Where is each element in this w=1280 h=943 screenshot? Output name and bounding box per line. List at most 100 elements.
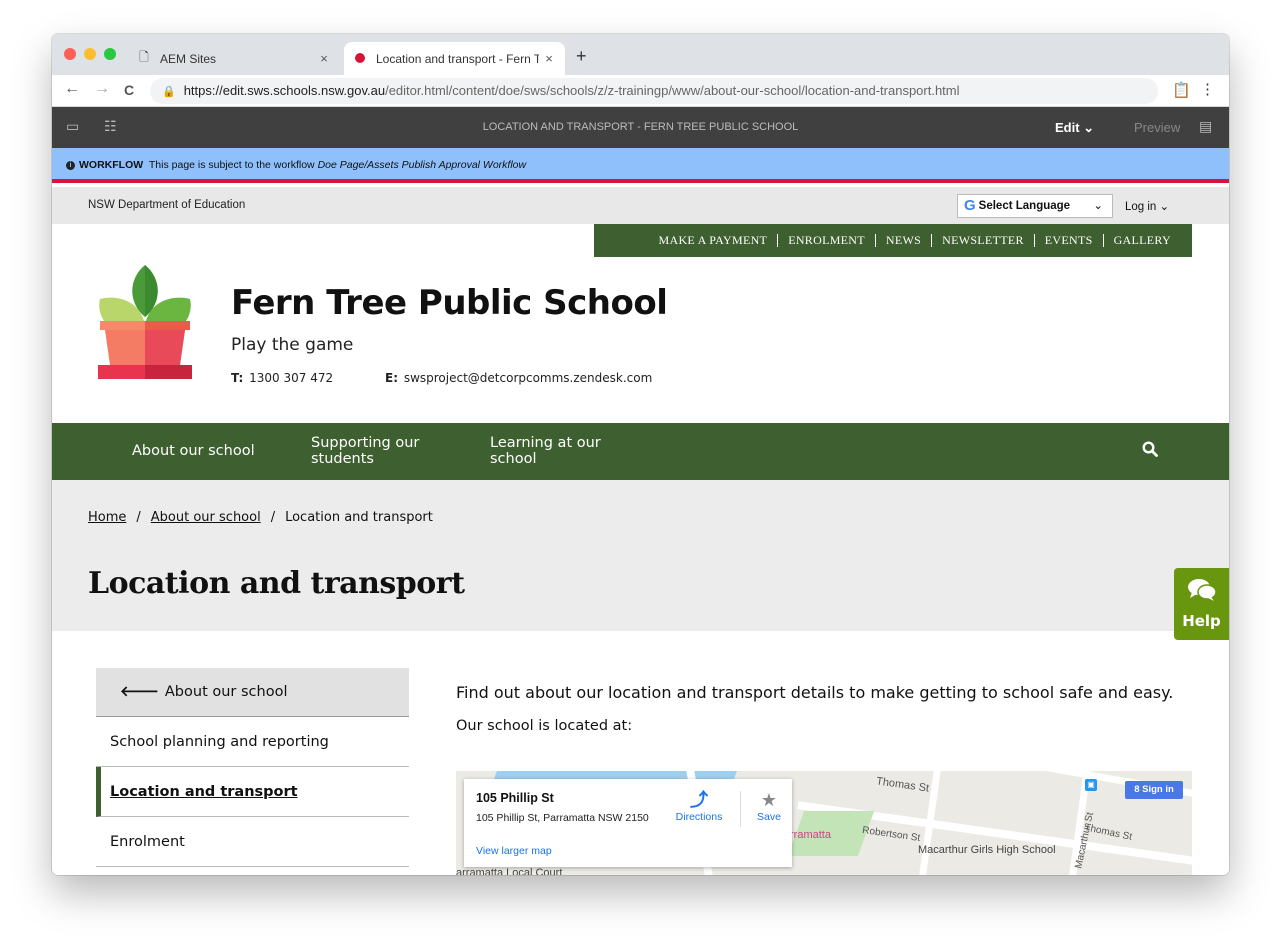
help-label: Help	[1182, 612, 1221, 630]
reload-icon[interactable]: C	[124, 82, 134, 98]
zoom-window-button[interactable]	[104, 48, 116, 60]
email-label: E:	[385, 371, 398, 385]
workflow-text: This page is subject to the workflow	[148, 159, 315, 171]
intro-paragraph: Find out about our location and transpor…	[456, 683, 1174, 702]
map-label-macarthur-girls: Macarthur Girls High School	[918, 844, 1056, 856]
main-navigation: About our school Supporting our students…	[52, 423, 1229, 480]
school-motto: Play the game	[231, 335, 354, 355]
map-label-thomas-st: Thomas St	[875, 775, 930, 795]
quick-link-newsletter[interactable]: NEWSLETTER	[931, 234, 1034, 247]
help-button[interactable]: Help	[1174, 568, 1229, 640]
aem-page-title: LOCATION AND TRANSPORT - FERN TREE PUBLI…	[482, 121, 799, 133]
minimize-window-button[interactable]	[84, 48, 96, 60]
login-label: Log in	[1125, 201, 1157, 213]
save-label: Save	[757, 811, 781, 823]
sign-in-label: Sign in	[1142, 784, 1174, 795]
google-map[interactable]: Thomas St Robertson St Macarthur Girls H…	[456, 771, 1192, 875]
department-name: NSW Department of Education	[88, 199, 246, 211]
google-plus-icon: 8	[1134, 784, 1143, 795]
school-name[interactable]: Fern Tree Public School	[231, 283, 668, 323]
sidenav-item-location-and-transport[interactable]: Location and transport	[96, 767, 409, 817]
breadcrumb-about-our-school[interactable]: About our school	[151, 510, 261, 525]
page-title: Location and transport	[88, 566, 465, 601]
edit-label: Edit	[1055, 120, 1080, 135]
page-hero: Home / About our school / Location and trans…	[52, 480, 1229, 631]
directions-button[interactable]: ⤴ Directions	[669, 789, 729, 823]
breadcrumb-separator: /	[136, 510, 141, 525]
sidenav-item-school-planning[interactable]: School planning and reporting	[96, 717, 409, 767]
school-contact: T: 1300 307 472 E: swsproject@detcorpcom…	[231, 371, 652, 385]
clipboard-extension-icon[interactable]: 📋	[1172, 81, 1191, 99]
map-label-parramatta: rramatta	[790, 829, 831, 841]
close-window-button[interactable]	[64, 48, 76, 60]
tab-location-and-transport[interactable]: Location and transport - Fern T ×	[344, 42, 565, 75]
search-icon[interactable]	[1142, 441, 1158, 462]
google-icon: G	[964, 197, 976, 214]
view-larger-map-link[interactable]: View larger map	[476, 845, 552, 857]
email-address[interactable]: swsproject@detcorpcomms.zendesk.com	[404, 371, 652, 385]
map-sign-in-button[interactable]: 8 Sign in	[1125, 781, 1183, 799]
back-icon[interactable]: ←	[64, 80, 80, 98]
map-label-local-court: arramatta Local Court	[456, 867, 563, 875]
tab-close-icon[interactable]: ×	[539, 51, 559, 66]
login-dropdown[interactable]: Log in ⌄	[1125, 199, 1169, 213]
quick-link-news[interactable]: NEWS	[874, 234, 931, 247]
new-tab-button[interactable]: +	[576, 46, 587, 67]
arrow-left-icon: 🡐	[120, 684, 159, 700]
aem-editor-bar: ▭ ☷ LOCATION AND TRANSPORT - FERN TREE P…	[52, 107, 1229, 148]
nsw-waratah-icon	[354, 52, 366, 66]
map-label-thomas-st-2: Thomas St	[1083, 822, 1133, 843]
browser-menu-icon[interactable]: ⋮	[1200, 80, 1215, 98]
save-button[interactable]: ★ Save	[751, 789, 787, 823]
sidenav-item-enrolment[interactable]: Enrolment	[96, 817, 409, 867]
quick-link-gallery[interactable]: GALLERY	[1102, 234, 1181, 247]
side-navigation: 🡐 About our school School planning and re…	[96, 668, 409, 867]
breadcrumb: Home / About our school / Location and trans…	[88, 510, 433, 525]
nav-learning-at-our-school[interactable]: Learning at our school	[490, 435, 620, 467]
language-select-label: Select Language	[978, 200, 1071, 212]
tab-title: Location and transport - Fern T	[376, 51, 539, 66]
preview-button[interactable]: Preview	[1134, 120, 1180, 135]
quick-link-events[interactable]: EVENTS	[1033, 234, 1103, 247]
school-site: NSW Department of Education G Select Lang…	[52, 187, 1229, 875]
department-bar: NSW Department of Education G Select Lang…	[52, 187, 1229, 224]
emulator-icon[interactable]: ▤	[1199, 118, 1212, 135]
phone-number[interactable]: 1300 307 472	[249, 371, 333, 385]
forward-icon[interactable]: →	[94, 80, 110, 98]
workflow-label: WORKFLOW	[79, 159, 144, 171]
directions-icon: ⤴	[690, 790, 708, 810]
address-bar: ← → C 🔒 https://edit.sws.schools.nsw.gov.…	[52, 75, 1229, 107]
sidenav-back-link[interactable]: 🡐 About our school	[96, 668, 409, 717]
breadcrumb-home[interactable]: Home	[88, 510, 126, 525]
language-select[interactable]: G Select Language ⌄	[957, 194, 1113, 218]
quick-link-enrolment[interactable]: ENROLMENT	[777, 234, 875, 247]
url-input[interactable]: 🔒 https://edit.sws.schools.nsw.gov.au/edi…	[150, 78, 1158, 104]
chat-bubbles-icon	[1174, 578, 1229, 608]
chevron-down-icon: ⌄	[1093, 200, 1103, 212]
star-icon: ★	[760, 790, 778, 810]
quick-link-make-a-payment[interactable]: MAKE A PAYMENT	[649, 234, 778, 247]
url-path: /editor.html/content/doe/sws/schools/z/z…	[385, 83, 960, 98]
email-block: E: swsproject@detcorpcomms.zendesk.com	[385, 371, 652, 385]
document-icon: 🗋	[139, 50, 149, 64]
map-info-card: 105 Phillip St 105 Phillip St, Parramatt…	[464, 779, 792, 867]
map-label-robertson-st: Robertson St	[861, 824, 921, 845]
tab-title: AEM Sites	[160, 51, 217, 66]
nav-supporting-our-students[interactable]: Supporting our students	[311, 435, 441, 467]
info-icon: i	[66, 160, 75, 170]
tab-close-icon[interactable]: ×	[314, 51, 334, 66]
map-address-title: 105 Phillip St	[476, 791, 554, 805]
school-logo[interactable]	[98, 265, 192, 385]
tab-bar: 🗋 AEM Sites × Location and transport - F…	[52, 34, 1229, 75]
lock-icon: 🔒	[162, 86, 176, 98]
nav-about-our-school[interactable]: About our school	[132, 443, 255, 459]
breadcrumb-separator: /	[270, 510, 276, 525]
sidenav-back-label: About our school	[164, 684, 288, 700]
tab-aem-sites[interactable]: 🗋 AEM Sites ×	[128, 42, 340, 75]
bus-stop-icon: ▣	[1085, 779, 1097, 791]
directions-label: Directions	[675, 811, 723, 823]
edit-mode-dropdown[interactable]: Edit ⌄	[1055, 120, 1094, 136]
chevron-down-icon: ⌄	[1159, 201, 1170, 213]
main-content: Find out about our location and transpor…	[456, 680, 1196, 734]
map-address-full: 105 Phillip St, Parramatta NSW 2150	[476, 812, 649, 824]
